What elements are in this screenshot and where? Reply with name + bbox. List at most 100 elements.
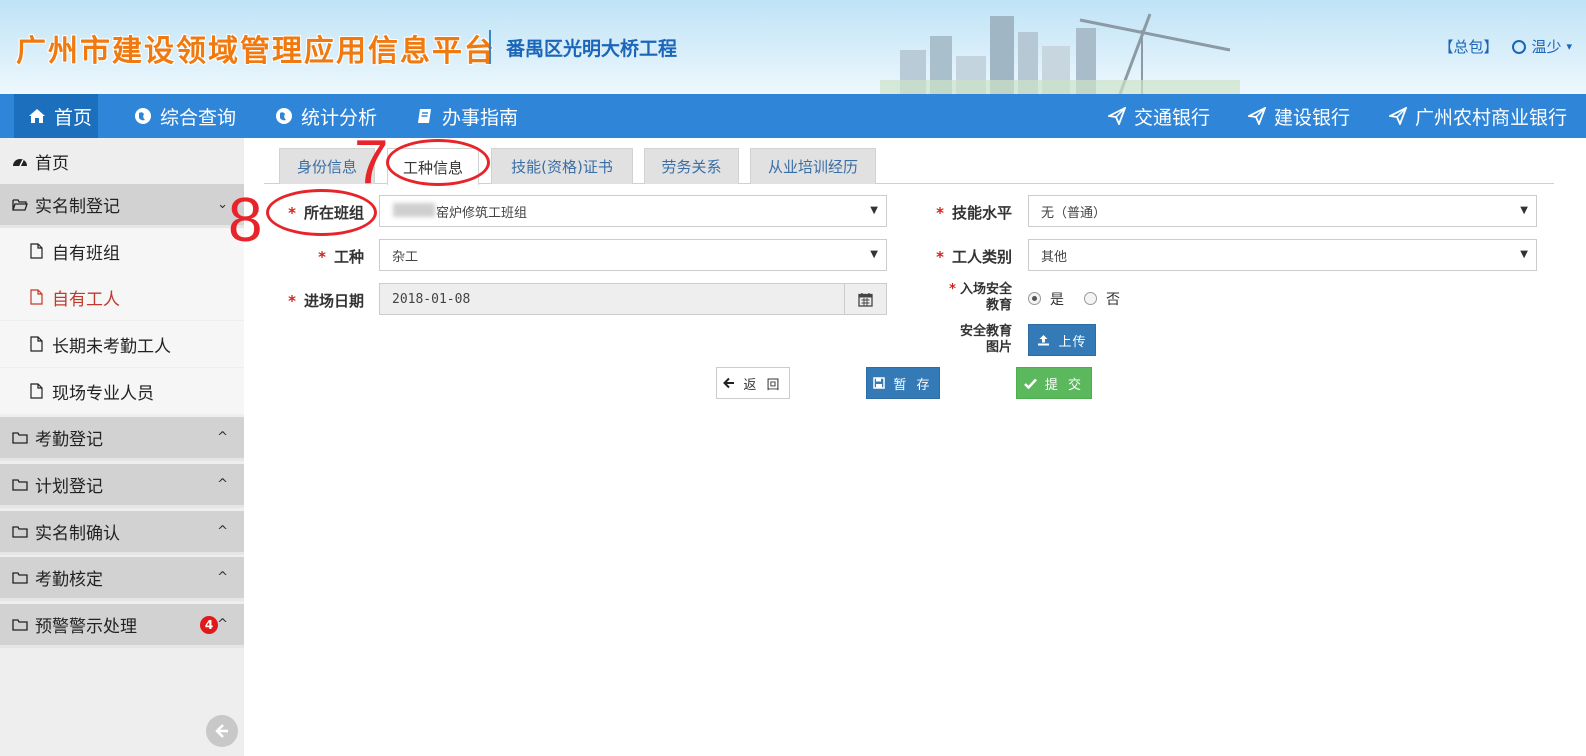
- file-icon: [30, 336, 43, 352]
- skill-select[interactable]: 无（普通） ▼: [1028, 195, 1537, 227]
- send-icon: [1248, 107, 1266, 125]
- required-mark: *: [949, 282, 956, 297]
- skyline-illustration: [880, 13, 1240, 94]
- user-name: 温少: [1531, 38, 1562, 56]
- folder-icon: [12, 431, 28, 444]
- header-banner: 广州市建设领域管理应用信息平台 番禺区光明大桥工程 【总包】 温少 ▾: [0, 0, 1586, 94]
- team-select[interactable]: 窑炉修筑工班组 ▼: [379, 195, 887, 227]
- title-divider: [489, 30, 491, 64]
- safety-edu-yes-radio[interactable]: [1028, 292, 1041, 305]
- sidebar-group-label: 实名制登记: [35, 197, 120, 217]
- sidebar-sub-label: 长期未考勤工人: [52, 336, 171, 357]
- upload-button[interactable]: 上传: [1028, 324, 1096, 356]
- sidebar-sub-label: 现场专业人员: [52, 383, 154, 404]
- entry-date-input[interactable]: 2018-01-08: [379, 283, 845, 315]
- sidebar-item-long-absent[interactable]: 长期未考勤工人: [0, 321, 244, 367]
- required-mark: *: [936, 204, 944, 222]
- nav-bank-bocom[interactable]: 交通银行: [1108, 94, 1210, 138]
- nav-guide-label: 办事指南: [442, 106, 519, 129]
- worker-type-label-text: 工人类别: [951, 248, 1012, 266]
- file-icon: [30, 289, 43, 305]
- folder-icon: [12, 618, 28, 631]
- safety-edu-label-line1: 入场安全: [959, 282, 1012, 297]
- nav-bank-grcb-label: 广州农村商业银行: [1415, 106, 1568, 129]
- folder-open-icon: [12, 198, 28, 211]
- sidebar-item-own-workers[interactable]: 自有工人: [0, 274, 244, 320]
- worker-type-select-value: 其他: [1041, 249, 1068, 265]
- worker-type-label: * 工人类别: [912, 246, 1012, 267]
- sidebar-group-attendance[interactable]: 考勤登记 ^: [0, 417, 244, 461]
- nav-guide[interactable]: 办事指南: [416, 94, 518, 138]
- save-draft-button-label: 暂 存: [893, 377, 933, 393]
- sidebar-sub-label: 自有工人: [52, 289, 120, 310]
- checkmark-icon: [1024, 378, 1037, 389]
- user-icon: [1512, 39, 1527, 54]
- folder-icon: [12, 571, 28, 584]
- chevron-down-icon: ⌄: [217, 197, 228, 212]
- worker-type-select[interactable]: 其他 ▼: [1028, 239, 1537, 271]
- floppy-disk-icon: [873, 377, 886, 389]
- sidebar-item-home[interactable]: 首页: [0, 138, 244, 184]
- sidebar-group-label: 预警警示处理: [35, 617, 137, 637]
- annotation-circle-team: [266, 189, 377, 236]
- sidebar-group-label: 考勤核定: [35, 570, 103, 590]
- nav-bank-bocom-label: 交通银行: [1134, 106, 1211, 129]
- role-label[interactable]: 【总包】: [1438, 36, 1498, 57]
- sidebar-item-site-staff[interactable]: 现场专业人员: [0, 368, 244, 414]
- nav-query-label: 综合查询: [160, 106, 237, 129]
- nav-query[interactable]: 综合查询: [134, 94, 236, 138]
- tab-labor-relation[interactable]: 劳务关系: [644, 148, 739, 184]
- tab-training[interactable]: 从业培训经历: [750, 148, 876, 184]
- annotation-number-8: 8: [228, 186, 263, 255]
- globe-icon: [135, 108, 151, 124]
- safety-edu-no-label: 否: [1106, 292, 1120, 308]
- calendar-button[interactable]: [844, 283, 887, 315]
- sidebar-group-realname[interactable]: 实名制登记 ⌄: [0, 184, 244, 228]
- chevron-up-icon: ^: [217, 570, 228, 585]
- trade-select-value: 杂工: [392, 249, 419, 265]
- header-user-area: 【总包】 温少 ▾: [1438, 36, 1572, 57]
- nav-home[interactable]: 首页: [14, 94, 98, 138]
- user-menu[interactable]: 温少 ▾: [1512, 36, 1572, 57]
- chevron-up-icon: ^: [217, 477, 228, 492]
- nav-stats-label: 统计分析: [301, 106, 378, 129]
- dropdown-arrow-icon: ▼: [870, 249, 878, 260]
- folder-icon: [12, 478, 28, 491]
- nav-bank-grcb[interactable]: 广州农村商业银行: [1389, 94, 1567, 138]
- sidebar-group-label: 实名制确认: [35, 524, 120, 544]
- trade-select[interactable]: 杂工 ▼: [379, 239, 887, 271]
- globe-icon: [276, 108, 292, 124]
- dropdown-arrow-icon: ▼: [1520, 249, 1528, 260]
- entry-date-label: * 进场日期: [264, 290, 364, 311]
- home-icon: [29, 109, 45, 123]
- trade-label: * 工种: [264, 246, 364, 267]
- sidebar-collapse-button[interactable]: [206, 715, 238, 747]
- save-draft-button[interactable]: 暂 存: [866, 367, 940, 399]
- sidebar-group-confirm[interactable]: 实名制确认 ^: [0, 511, 244, 555]
- sidebar-sub-label: 自有班组: [52, 243, 120, 264]
- sidebar-item-own-teams[interactable]: 自有班组: [0, 228, 244, 274]
- send-icon: [1108, 107, 1126, 125]
- book-icon: [418, 109, 431, 123]
- annotation-circle-tab: [386, 139, 490, 186]
- send-icon: [1389, 107, 1407, 125]
- safety-edu-yes-label: 是: [1050, 292, 1064, 308]
- safety-edu-no-radio[interactable]: [1084, 292, 1097, 305]
- back-button[interactable]: 返 回: [716, 367, 790, 399]
- annotation-number-7: 7: [354, 128, 389, 197]
- dropdown-arrow-icon: ▼: [1520, 205, 1528, 216]
- required-mark: *: [318, 248, 326, 266]
- nav-home-label: 首页: [54, 106, 93, 129]
- skill-select-value: 无（普通）: [1041, 205, 1107, 221]
- arrow-left-icon: [723, 377, 735, 389]
- safety-photo-label-line2: 图片: [985, 340, 1012, 355]
- nav-bank-ccb[interactable]: 建设银行: [1248, 94, 1350, 138]
- sidebar-group-verify[interactable]: 考勤核定 ^: [0, 557, 244, 601]
- sidebar-group-label: 考勤登记: [35, 430, 103, 450]
- back-button-label: 返 回: [743, 377, 783, 393]
- tab-certificates[interactable]: 技能(资格)证书: [491, 148, 633, 184]
- sidebar-group-warning[interactable]: 预警警示处理 4 ^: [0, 604, 244, 648]
- submit-button[interactable]: 提 交: [1016, 367, 1092, 399]
- chevron-down-icon: ▾: [1566, 40, 1572, 53]
- sidebar-group-plan[interactable]: 计划登记 ^: [0, 464, 244, 508]
